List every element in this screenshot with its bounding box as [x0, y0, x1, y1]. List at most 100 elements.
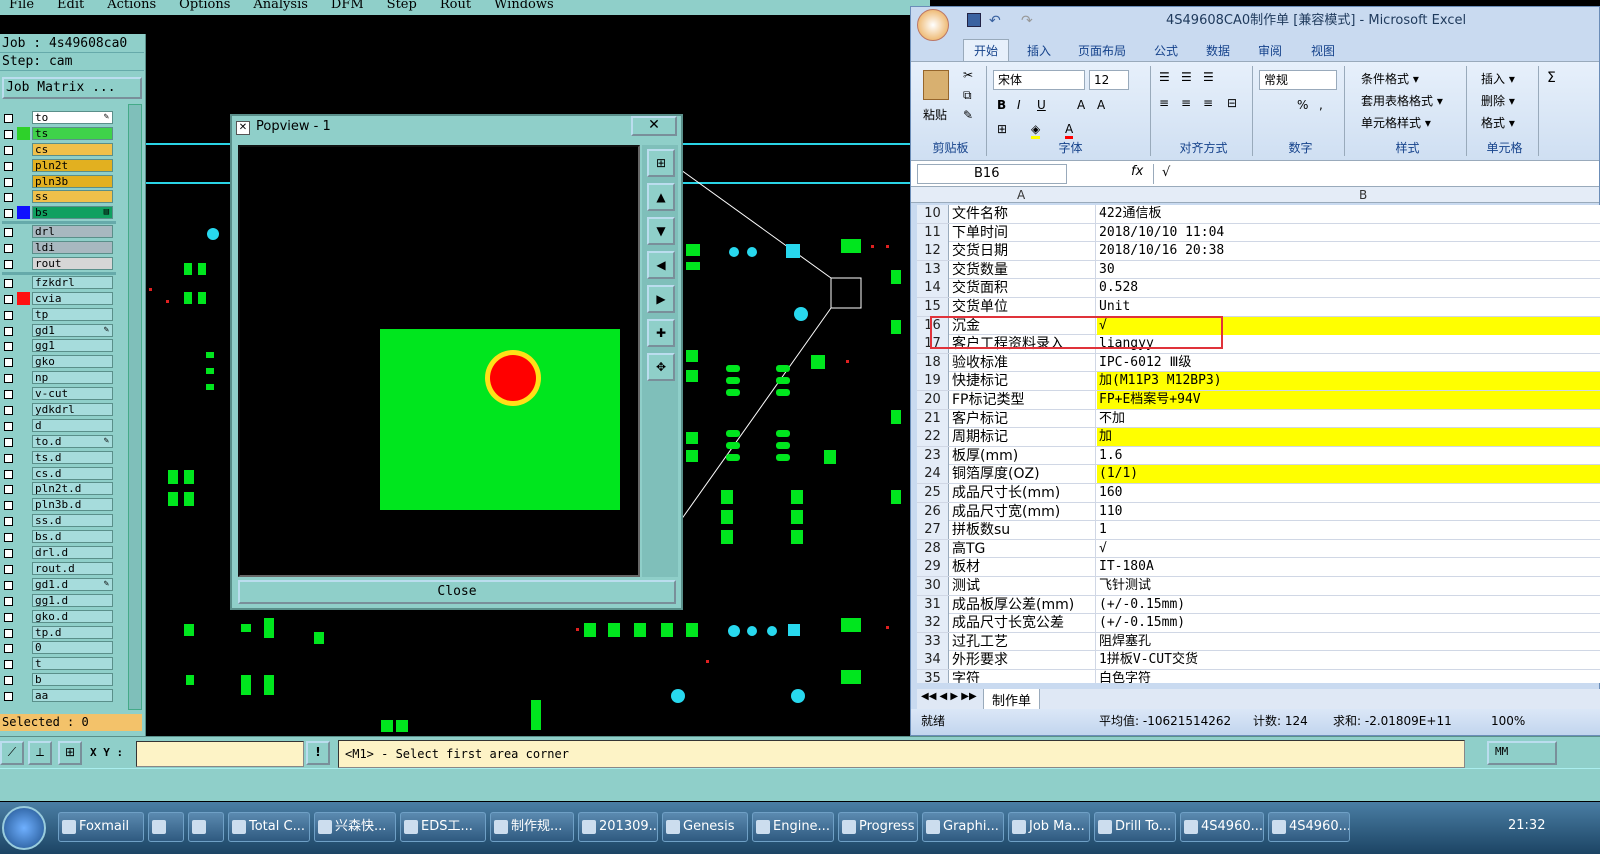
- row-number[interactable]: 26: [917, 502, 949, 521]
- cell-b[interactable]: 0.528: [1097, 279, 1600, 297]
- paste-button[interactable]: 粘贴: [923, 106, 947, 123]
- layer-row[interactable]: to.d ✎: [2, 434, 116, 450]
- layer-checkbox[interactable]: [4, 177, 13, 187]
- pan-left-icon[interactable]: ◀: [647, 251, 675, 279]
- measure-icon[interactable]: ⟋: [0, 741, 24, 765]
- cell-b[interactable]: 422通信板: [1097, 205, 1600, 223]
- layer-checkbox[interactable]: [4, 193, 13, 203]
- layer-name[interactable]: gg1: [32, 339, 113, 353]
- cell-b[interactable]: (+/-0.15mm): [1097, 614, 1600, 632]
- cell-a[interactable]: 测试: [950, 577, 1096, 595]
- cell-a[interactable]: 客户标记: [950, 409, 1096, 428]
- cell-a[interactable]: 周期标记: [950, 428, 1096, 447]
- tab-view[interactable]: 视图: [1311, 42, 1335, 59]
- align-middle-icon[interactable]: ☰: [1181, 70, 1192, 84]
- layer-checkbox[interactable]: [4, 533, 13, 543]
- row-number[interactable]: 18: [917, 353, 949, 372]
- align-left-icon[interactable]: ≡: [1159, 96, 1169, 110]
- xy-input[interactable]: [136, 741, 304, 767]
- grid-icon[interactable]: ⊞: [58, 741, 82, 765]
- cell-b[interactable]: FP+E档案号+94V: [1097, 391, 1600, 409]
- layer-row[interactable]: pln3b.d: [2, 497, 116, 513]
- row-number[interactable]: 15: [917, 298, 949, 316]
- layer-name[interactable]: ldi: [32, 241, 113, 255]
- layer-name[interactable]: bs.d: [32, 530, 113, 544]
- menu-actions[interactable]: Actions: [107, 0, 156, 11]
- row-number[interactable]: 34: [917, 651, 949, 670]
- layer-name[interactable]: cvia: [32, 291, 113, 305]
- row-number[interactable]: 24: [917, 465, 949, 484]
- taskbar-item[interactable]: Drill To...: [1094, 812, 1176, 842]
- number-format-combo[interactable]: 常规: [1259, 70, 1337, 90]
- save-icon[interactable]: [967, 13, 981, 27]
- layer-row[interactable]: drl.d: [2, 545, 116, 561]
- sheet-tab-active[interactable]: 制作单: [983, 689, 1041, 711]
- layer-checkbox[interactable]: [4, 209, 13, 219]
- layer-checkbox[interactable]: [4, 421, 13, 431]
- cell-a[interactable]: 成品板厚公差(mm): [950, 595, 1096, 614]
- menu-edit[interactable]: Edit: [57, 0, 84, 11]
- sum-icon[interactable]: Σ: [1547, 70, 1556, 86]
- bold-icon[interactable]: B: [997, 98, 1006, 112]
- layer-row[interactable]: cvia: [2, 291, 116, 307]
- units-button[interactable]: MM: [1487, 741, 1557, 765]
- layer-name[interactable]: drl.d: [32, 546, 113, 560]
- cell-b[interactable]: 2018/10/10 11:04: [1097, 224, 1600, 242]
- cell-a[interactable]: 过孔工艺: [950, 632, 1096, 651]
- job-matrix-button[interactable]: Job Matrix ...: [2, 77, 142, 99]
- align-top-icon[interactable]: ☰: [1159, 70, 1170, 84]
- cell-a[interactable]: 成品尺寸宽(mm): [950, 502, 1096, 521]
- cell-b[interactable]: 白色字符: [1097, 670, 1600, 683]
- layer-checkbox[interactable]: [4, 628, 13, 638]
- merge-icon[interactable]: ⊟: [1227, 96, 1237, 110]
- cell-b[interactable]: 阻焊塞孔: [1097, 633, 1600, 651]
- layer-name[interactable]: v-cut: [32, 387, 113, 401]
- tab-review[interactable]: 审阅: [1258, 42, 1282, 59]
- layer-name[interactable]: gko: [32, 355, 113, 369]
- font-name-combo[interactable]: 宋体: [993, 70, 1085, 90]
- formula-input[interactable]: √: [1153, 164, 1593, 184]
- layer-checkbox[interactable]: [4, 244, 13, 254]
- grow-font-icon[interactable]: A: [1077, 98, 1085, 112]
- layer-row[interactable]: fzkdrl: [2, 275, 116, 291]
- layer-name[interactable]: tp: [32, 307, 113, 321]
- excel-titlebar[interactable]: ↶ ↷ 4S49608CA0制作单 [兼容模式] - Microsoft Exc…: [911, 7, 1599, 41]
- sheet-nav-icon[interactable]: ◀◀ ◀ ▶ ▶▶: [921, 691, 977, 702]
- format-painter-icon[interactable]: ✎: [963, 108, 973, 122]
- cell-b[interactable]: (1/1): [1097, 465, 1600, 484]
- cell-a[interactable]: 快捷标记: [950, 372, 1096, 391]
- align-center-icon[interactable]: ≡: [1181, 96, 1191, 110]
- menu-step[interactable]: Step: [387, 0, 417, 11]
- taskbar-item[interactable]: 兴森快...: [314, 812, 396, 842]
- zoom-level[interactable]: 100%: [1491, 709, 1525, 733]
- layer-row[interactable]: cs.d: [2, 466, 116, 482]
- row-number[interactable]: 21: [917, 409, 949, 428]
- layer-row[interactable]: gko.d: [2, 609, 116, 625]
- office-button-icon[interactable]: [917, 9, 949, 41]
- layer-row[interactable]: rout.d: [2, 561, 116, 577]
- layer-checkbox[interactable]: [4, 129, 13, 139]
- layer-row[interactable]: gko: [2, 354, 116, 370]
- menu-file[interactable]: File: [9, 0, 34, 11]
- layer-name[interactable]: drl: [32, 225, 113, 239]
- row-number[interactable]: 29: [917, 558, 949, 577]
- layer-checkbox[interactable]: [4, 260, 13, 270]
- format-cells-button[interactable]: 格式 ▾: [1481, 114, 1515, 131]
- taskbar-item[interactable]: Foxmail: [58, 812, 144, 842]
- menu-dfm[interactable]: DFM: [331, 0, 364, 11]
- cell-a[interactable]: 成品尺寸长(mm): [950, 484, 1096, 502]
- layer-row[interactable]: gd1.d ✎: [2, 577, 116, 593]
- layer-name[interactable]: rout.d: [32, 561, 113, 575]
- layer-row[interactable]: tp: [2, 307, 116, 323]
- layer-name[interactable]: ts: [32, 126, 113, 140]
- pan-up-icon[interactable]: ▲: [647, 183, 675, 211]
- layer-row[interactable]: 0: [2, 640, 116, 656]
- layer-name[interactable]: cs: [32, 142, 113, 156]
- layer-name[interactable]: pln2t.d: [32, 482, 113, 496]
- cell-b[interactable]: IT-180A: [1097, 558, 1600, 576]
- layer-row[interactable]: ldi: [2, 240, 116, 256]
- layer-row[interactable]: bs ▤: [2, 205, 116, 221]
- row-number[interactable]: 28: [917, 539, 949, 558]
- taskbar-item[interactable]: Engine...: [752, 812, 834, 842]
- layer-name[interactable]: ss.d: [32, 514, 113, 528]
